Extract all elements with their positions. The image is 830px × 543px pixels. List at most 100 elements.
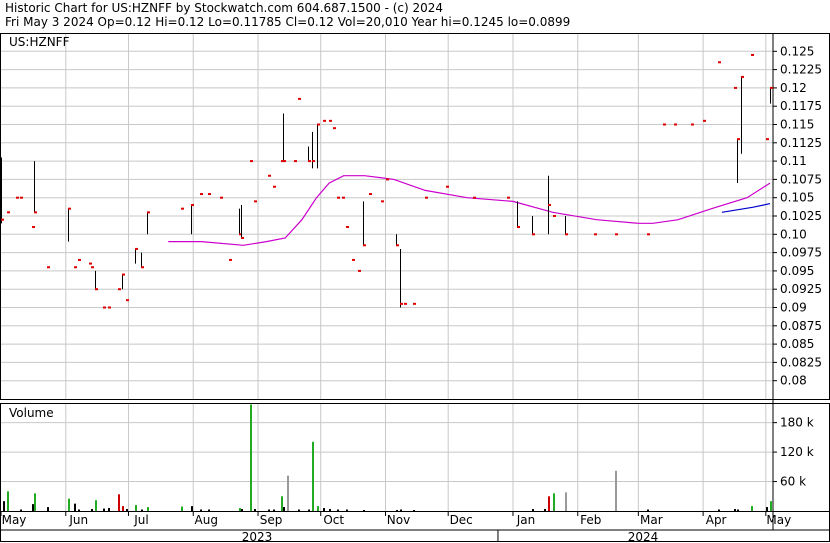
volume-bar bbox=[400, 509, 402, 511]
volume-bar bbox=[565, 492, 567, 511]
volume-bar bbox=[208, 509, 210, 511]
close-tick bbox=[135, 247, 138, 250]
close-tick bbox=[532, 233, 535, 236]
close-tick bbox=[766, 138, 769, 141]
close-tick bbox=[118, 288, 121, 291]
close-tick bbox=[737, 138, 740, 141]
price-tick-label: 0.0825 bbox=[780, 355, 822, 369]
close-tick bbox=[425, 196, 428, 199]
volume-bar bbox=[283, 507, 285, 511]
moving-average-line bbox=[721, 203, 771, 213]
grid bbox=[1, 33, 773, 511]
price-tick-label: 0.10 bbox=[780, 227, 807, 241]
volume-bar bbox=[770, 501, 772, 511]
volume-bar bbox=[544, 509, 546, 511]
price-axis: 0.125 0.1225 0.12 0.1175 0.115 0.1125 0.11 0.10… bbox=[773, 44, 822, 388]
close-tick bbox=[47, 266, 50, 269]
volume-bar bbox=[734, 509, 736, 511]
close-tick bbox=[1, 218, 4, 221]
close-tick bbox=[333, 127, 336, 130]
month-label: Jan bbox=[516, 513, 536, 527]
close-tick bbox=[108, 306, 111, 309]
price-tick-label: 0.08 bbox=[780, 374, 807, 388]
volume-bar bbox=[532, 509, 534, 511]
price-tick-label: 0.105 bbox=[780, 191, 814, 205]
volume-bar bbox=[396, 510, 398, 511]
close-tick bbox=[342, 196, 345, 199]
close-tick bbox=[691, 123, 694, 126]
close-tick bbox=[386, 178, 389, 181]
volume-bar bbox=[308, 509, 310, 511]
month-label: Sep bbox=[260, 513, 283, 527]
volume-bar bbox=[268, 509, 270, 511]
close-tick bbox=[74, 266, 77, 269]
close-tick bbox=[220, 196, 223, 199]
price-tick-label: 0.12 bbox=[780, 81, 807, 95]
volume-bar bbox=[317, 506, 319, 511]
close-tick bbox=[312, 160, 315, 163]
volume-bar bbox=[3, 501, 5, 511]
volume-bar bbox=[737, 509, 739, 511]
close-tick bbox=[734, 86, 737, 89]
close-tick bbox=[34, 211, 37, 214]
month-label: Jul bbox=[133, 513, 148, 527]
volume-bar bbox=[108, 508, 110, 511]
close-tick bbox=[553, 215, 556, 217]
volume-bar bbox=[250, 404, 252, 511]
close-tick bbox=[741, 75, 744, 78]
close-tick bbox=[68, 207, 71, 210]
volume-bar bbox=[241, 509, 243, 511]
volume-bar bbox=[122, 506, 124, 511]
volume-bar bbox=[135, 505, 137, 511]
volume-bar bbox=[413, 510, 415, 511]
close-tick bbox=[78, 258, 81, 261]
volume-bar bbox=[141, 509, 143, 511]
close-tick bbox=[594, 233, 597, 236]
close-tick bbox=[229, 258, 232, 261]
close-tick bbox=[16, 196, 19, 199]
close-tick bbox=[20, 196, 23, 199]
volume-bar bbox=[337, 509, 339, 511]
close-tick bbox=[674, 123, 677, 126]
month-label: Aug bbox=[195, 513, 218, 527]
price-tick-label: 0.1225 bbox=[780, 63, 822, 77]
price-tick-label: 0.0975 bbox=[780, 246, 822, 260]
volume-axis: 180 k 120 k 60 k bbox=[773, 416, 814, 489]
month-label: Oct bbox=[323, 513, 344, 527]
volume-bar bbox=[147, 507, 149, 511]
volume-bar bbox=[312, 441, 314, 511]
close-tick bbox=[369, 193, 372, 196]
close-tick bbox=[346, 225, 349, 228]
time-axis: May Jun Jul Aug Sep Oct Nov Dec Jan Feb Mar Apr May 2… bbox=[0, 511, 791, 543]
close-tick bbox=[95, 288, 98, 291]
volume-bar bbox=[615, 470, 617, 511]
price-tick-label: 0.11 bbox=[780, 154, 807, 168]
volume-bars bbox=[3, 404, 772, 511]
close-tick bbox=[241, 236, 244, 239]
stock-chart: 0.125 0.1225 0.12 0.1175 0.115 0.1125 0.11 0.10… bbox=[0, 33, 830, 543]
year-label: 2023 bbox=[242, 530, 273, 543]
month-label: Nov bbox=[387, 513, 410, 527]
volume-bar bbox=[103, 508, 105, 511]
close-tick bbox=[751, 53, 754, 56]
close-tick bbox=[565, 233, 568, 236]
volume-bar bbox=[363, 510, 365, 511]
volume-bar bbox=[287, 475, 289, 511]
close-tick bbox=[122, 273, 125, 276]
chart-frames bbox=[0, 33, 830, 542]
volume-bar bbox=[751, 506, 753, 511]
volume-bar bbox=[91, 509, 93, 511]
volume-bar bbox=[20, 509, 22, 511]
close-tick bbox=[273, 185, 276, 188]
close-tick bbox=[191, 204, 194, 207]
close-tick bbox=[308, 160, 311, 163]
volume-bar bbox=[548, 496, 550, 511]
close-tick bbox=[254, 200, 257, 203]
month-label: Apr bbox=[706, 513, 727, 527]
volume-bar bbox=[239, 508, 241, 511]
close-tick bbox=[358, 269, 361, 272]
year-label: 2024 bbox=[628, 530, 659, 543]
volume-bar bbox=[68, 498, 70, 511]
price-tick-label: 0.0875 bbox=[780, 319, 822, 333]
volume-bar bbox=[74, 503, 76, 511]
